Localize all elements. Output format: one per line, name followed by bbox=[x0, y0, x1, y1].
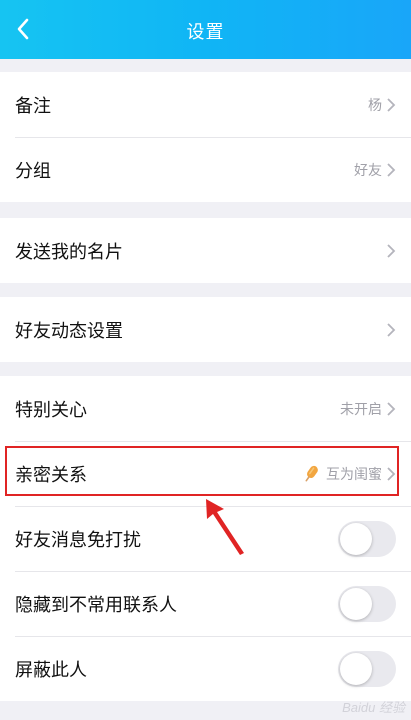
settings-group-card: 发送我的名片 bbox=[0, 218, 411, 283]
toggle-knob bbox=[340, 587, 372, 620]
remark-label: 备注 bbox=[15, 95, 51, 117]
toggle-knob bbox=[340, 652, 372, 685]
hide-contact-row: 隐藏到不常用联系人 bbox=[0, 571, 411, 636]
settings-group-basic: 备注 杨 分组 好友 bbox=[0, 72, 411, 202]
intimate-relation-value: 互为闺蜜 bbox=[326, 466, 382, 483]
do-not-disturb-toggle[interactable] bbox=[338, 520, 396, 557]
toggle-knob bbox=[340, 522, 372, 555]
chevron-right-icon bbox=[386, 162, 396, 178]
group-value: 好友 bbox=[354, 162, 382, 179]
hide-contact-toggle[interactable] bbox=[338, 585, 396, 622]
chevron-right-icon bbox=[386, 243, 396, 259]
block-row: 屏蔽此人 bbox=[0, 636, 411, 701]
group-row[interactable]: 分组 好友 bbox=[0, 137, 411, 202]
popsicle-icon bbox=[305, 465, 318, 482]
remark-value: 杨 bbox=[368, 97, 382, 114]
send-card-label: 发送我的名片 bbox=[15, 241, 123, 263]
watermark: Baidu 经验 bbox=[342, 700, 405, 715]
chevron-right-icon bbox=[386, 466, 396, 482]
settings-group-feed: 好友动态设置 bbox=[0, 297, 411, 362]
top-nav-bar: 设置 bbox=[0, 0, 411, 59]
group-label: 分组 bbox=[15, 160, 51, 182]
block-toggle[interactable] bbox=[338, 650, 396, 687]
intimate-relation-label: 亲密关系 bbox=[15, 464, 87, 486]
chevron-right-icon bbox=[386, 401, 396, 417]
special-care-label: 特别关心 bbox=[15, 399, 87, 421]
send-card-row[interactable]: 发送我的名片 bbox=[0, 218, 411, 283]
friend-feed-row[interactable]: 好友动态设置 bbox=[0, 297, 411, 362]
block-label: 屏蔽此人 bbox=[15, 659, 87, 681]
do-not-disturb-label: 好友消息免打扰 bbox=[15, 529, 141, 551]
remark-row[interactable]: 备注 杨 bbox=[0, 72, 411, 137]
friend-feed-label: 好友动态设置 bbox=[15, 320, 123, 342]
hide-contact-label: 隐藏到不常用联系人 bbox=[15, 594, 177, 616]
pointer-arrow-icon bbox=[206, 499, 244, 555]
page-title: 设置 bbox=[186, 22, 225, 43]
special-care-value: 未开启 bbox=[340, 401, 382, 418]
chevron-right-icon bbox=[386, 97, 396, 113]
chevron-right-icon bbox=[386, 322, 396, 338]
special-care-row[interactable]: 特别关心 未开启 bbox=[0, 376, 411, 441]
